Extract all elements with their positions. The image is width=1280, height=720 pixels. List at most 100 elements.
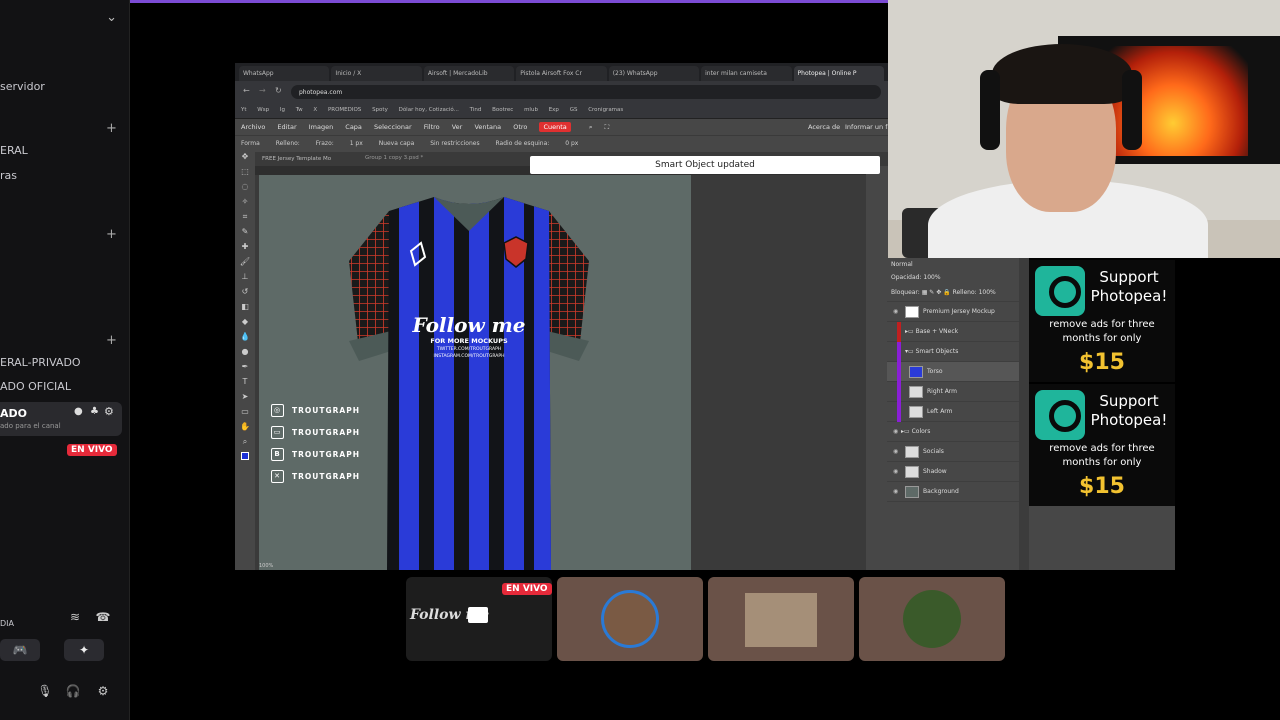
layer-row[interactable]: ▸▭ Base + VNeck	[887, 321, 1019, 342]
bookmark[interactable]: Cronigramas	[588, 107, 623, 113]
zoom-tool-icon[interactable]: ⌕	[235, 437, 255, 452]
option-new-layer[interactable]: Nueva capa	[379, 140, 415, 147]
history-brush-icon[interactable]: ↺	[235, 287, 255, 302]
support-ad[interactable]: Support Photopea! remove ads for three m…	[1029, 260, 1175, 382]
bookmark[interactable]: mlub	[524, 107, 538, 113]
layer-row[interactable]: Right Arm	[887, 381, 1019, 402]
bookmark[interactable]: Spoty	[372, 107, 388, 113]
activity-button[interactable]: 🎮	[0, 639, 40, 661]
brush-tool-icon[interactable]: 🖌	[235, 257, 255, 272]
channel-eral[interactable]: ERAL	[0, 144, 28, 157]
bookmark[interactable]: PROMEDIOS	[328, 107, 361, 113]
layer-row[interactable]: ◉ Premium Jersey Mockup	[887, 302, 1019, 322]
menu-otro[interactable]: Otro	[513, 123, 527, 131]
browser-tab-active[interactable]: Photopea | Online P	[793, 66, 884, 81]
opacity-value[interactable]: 100%	[923, 274, 940, 281]
participant-tile[interactable]	[859, 577, 1005, 661]
layer-row[interactable]: ◉ Background	[887, 482, 1019, 502]
doc-tab[interactable]: FREE Jersey Template Mo	[259, 155, 335, 163]
bookmark[interactable]: Yt	[241, 107, 247, 113]
menu-ver[interactable]: Ver	[452, 123, 463, 131]
move-tool-icon[interactable]: ✥	[235, 152, 255, 167]
participant-tile[interactable]	[557, 577, 703, 661]
active-voice-channel[interactable]: ADO ado para el canal ● ♣ ⚙	[0, 402, 122, 436]
reload-icon[interactable]: ↻	[275, 86, 282, 95]
browser-tab[interactable]: Airsoft | MercadoLib	[423, 66, 515, 81]
menu-ventana[interactable]: Ventana	[474, 123, 501, 131]
fullscreen-icon[interactable]: ⛶	[605, 123, 610, 131]
lasso-tool-icon[interactable]: ◌	[235, 182, 255, 197]
bookmark[interactable]: Wsp	[257, 107, 269, 113]
soundboard-button[interactable]: ✦	[64, 639, 104, 661]
bookmark[interactable]: Tw	[296, 107, 303, 113]
add-channel-icon[interactable]: +	[106, 121, 117, 136]
channel-ras[interactable]: ras	[0, 169, 17, 182]
option-stroke-size[interactable]: 1 px	[350, 140, 363, 147]
stream-preview-tile[interactable]: Follow me EN VIVO	[406, 577, 552, 661]
option-constraints[interactable]: Sin restricciones	[430, 140, 479, 147]
browser-tab[interactable]: WhatsApp	[239, 66, 330, 81]
bookmark[interactable]: GS	[570, 107, 578, 113]
menu-seleccionar[interactable]: Seleccionar	[374, 123, 412, 131]
eraser-tool-icon[interactable]: ◧	[235, 302, 255, 317]
eye-icon[interactable]: ◉	[893, 448, 901, 455]
eyedropper-tool-icon[interactable]: ✎	[235, 227, 255, 242]
support-ad[interactable]: Support Photopea! remove ads for three m…	[1029, 384, 1175, 506]
bookmark[interactable]: Bootrec	[492, 107, 513, 113]
chat-icon[interactable]: ●	[74, 406, 83, 417]
eye-icon[interactable]: ◉	[893, 428, 901, 435]
eye-icon[interactable]: ◉	[893, 488, 901, 495]
bucket-tool-icon[interactable]: ◆	[235, 317, 255, 332]
account-button[interactable]: Cuenta	[539, 122, 571, 132]
forward-icon[interactable]: →	[259, 86, 266, 95]
crop-tool-icon[interactable]: ⌗	[235, 212, 255, 227]
browser-tab[interactable]: inter milan camiseta	[701, 66, 792, 81]
noise-suppression-icon[interactable]: ≋	[60, 610, 90, 628]
eye-icon[interactable]: ◉	[893, 468, 901, 475]
pen-tool-icon[interactable]: ✒	[235, 362, 255, 377]
layer-row[interactable]: Torso	[887, 361, 1019, 382]
disconnect-icon[interactable]: ☎	[88, 610, 118, 628]
menu-editar[interactable]: Editar	[277, 123, 296, 131]
menu-filtro[interactable]: Filtro	[424, 123, 440, 131]
browser-tab[interactable]: Pistola Airsoft Fox Cr	[516, 66, 607, 81]
layer-row[interactable]: ◉ ▸▭ Colors	[887, 422, 1019, 442]
back-icon[interactable]: ←	[243, 86, 250, 95]
layer-row[interactable]: ◉ Socials	[887, 442, 1019, 462]
option-shape[interactable]: Forma	[241, 140, 260, 147]
layer-row[interactable]: ◉ Shadow	[887, 462, 1019, 482]
document-canvas[interactable]: Follow me FOR MORE MOCKUPS TWITTER.COM/T…	[259, 175, 691, 570]
browser-tab[interactable]: Inicio / X	[331, 66, 422, 81]
channel-servidor[interactable]: servidor	[0, 80, 45, 93]
color-swatches[interactable]	[235, 452, 255, 467]
eye-icon[interactable]: ◉	[893, 308, 901, 315]
path-select-icon[interactable]: ➤	[235, 392, 255, 407]
menu-archivo[interactable]: Archivo	[241, 123, 265, 131]
bookmark[interactable]: X	[313, 107, 317, 113]
headphones-icon[interactable]: 🎧	[58, 684, 88, 702]
menu-capa[interactable]: Capa	[345, 123, 362, 131]
blend-mode-select[interactable]: Normal	[887, 258, 1019, 272]
layer-row[interactable]: ▾▭ Smart Objects	[887, 341, 1019, 362]
wand-tool-icon[interactable]: ✧	[235, 197, 255, 212]
blur-tool-icon[interactable]: 💧	[235, 332, 255, 347]
channel-eral-privado[interactable]: ERAL-PRIVADO	[0, 356, 81, 369]
bookmark[interactable]: Exp	[549, 107, 559, 113]
gear-icon[interactable]: ⚙	[104, 405, 114, 418]
fill-value[interactable]: 100%	[979, 289, 996, 296]
bookmark[interactable]: Dólar hoy, Cotizació...	[399, 107, 459, 113]
stamp-tool-icon[interactable]: ⊥	[235, 272, 255, 287]
doc-tab[interactable]: Group 1 copy 3.psd *	[365, 155, 423, 161]
invite-icon[interactable]: ♣	[90, 406, 99, 417]
bookmark[interactable]: Ig	[280, 107, 285, 113]
address-input[interactable]: photopea.com	[291, 85, 881, 99]
layer-row[interactable]: Left Arm	[887, 401, 1019, 422]
menu-report[interactable]: Informar un fa	[845, 123, 888, 131]
add-channel-icon[interactable]: +	[106, 227, 117, 242]
menu-about[interactable]: Acerca de	[808, 123, 840, 131]
chevron-down-icon[interactable]: ⌄	[106, 10, 117, 25]
menu-imagen[interactable]: Imagen	[309, 123, 333, 131]
participant-tile[interactable]	[708, 577, 854, 661]
channel-ado-oficial[interactable]: ADO OFICIAL	[0, 380, 71, 393]
browser-tab[interactable]: (23) WhatsApp	[608, 66, 700, 81]
